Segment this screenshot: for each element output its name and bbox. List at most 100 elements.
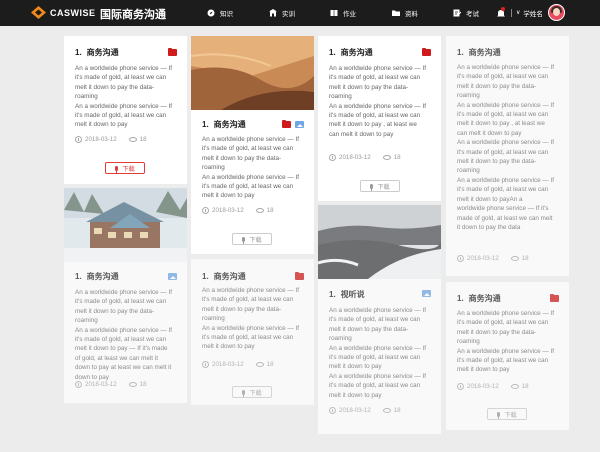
card-date: 2018-03-12 bbox=[339, 407, 371, 414]
card-description: An a worldwide phone service — If it's ma… bbox=[202, 136, 299, 200]
top-navigation-bar: CASWISE 国际商务沟通 知识 实训 作业 资料 考试 ∨ 学姓名 bbox=[0, 0, 600, 26]
card-date: 2018-03-12 bbox=[85, 381, 117, 388]
resource-card[interactable]: 1. 视听说 An a worldwide phone service — If i… bbox=[318, 205, 441, 434]
card-date: 2018-03-12 bbox=[212, 207, 244, 214]
resource-card[interactable]: 1. 商务沟通 An a worldwide phone service — If… bbox=[64, 36, 187, 184]
card-title: 1. 商务沟通 bbox=[75, 272, 119, 281]
download-button[interactable]: 下载 bbox=[360, 180, 400, 192]
eye-icon bbox=[255, 362, 264, 367]
nav-item-training[interactable]: 实训 bbox=[269, 8, 295, 18]
card-title: 1. 商务沟通 bbox=[457, 294, 501, 303]
card-date: 2018-03-12 bbox=[339, 154, 371, 161]
eye-icon bbox=[510, 384, 519, 389]
resource-card[interactable]: 1. 商务沟通 An a worldwide phone service — If… bbox=[64, 188, 187, 403]
image-icon bbox=[168, 273, 177, 280]
eye-icon bbox=[128, 137, 137, 142]
resource-card[interactable]: 1. 商务沟通 An a worldwide phone service — If… bbox=[446, 36, 569, 276]
bell-icon[interactable] bbox=[496, 6, 506, 18]
avatar[interactable] bbox=[547, 4, 565, 21]
nav-item-homework[interactable]: 作业 bbox=[330, 8, 356, 18]
download-button[interactable]: 下载 bbox=[487, 408, 527, 420]
notification-dot bbox=[501, 6, 505, 11]
eye-icon bbox=[510, 256, 519, 261]
desert-dunes-image bbox=[191, 36, 314, 110]
resource-card[interactable]: 1. 商务沟通 An a worldwide phone service — If… bbox=[191, 259, 314, 405]
resource-card[interactable]: 1. 商务沟通 An a worldwide phone service — If… bbox=[191, 36, 314, 254]
nav-item-knowledge[interactable]: 知识 bbox=[207, 8, 233, 18]
card-description: An a worldwide phone service — If it's ma… bbox=[457, 64, 554, 231]
card-description: An a worldwide phone service — If it's ma… bbox=[75, 289, 172, 381]
nav-label: 考试 bbox=[466, 11, 479, 18]
folder-icon bbox=[550, 293, 559, 302]
chevron-down-icon[interactable]: ∨ bbox=[516, 9, 520, 16]
resource-card[interactable]: 1. 商务沟通 An a worldwide phone service — If… bbox=[446, 282, 569, 430]
card-description: An a worldwide phone service — If it's ma… bbox=[329, 307, 426, 399]
card-views: 18 bbox=[266, 361, 274, 368]
clock-icon bbox=[457, 255, 464, 262]
folder-icon bbox=[392, 10, 400, 16]
card-meta: 2018-03-12 18 bbox=[457, 255, 529, 262]
clock-icon bbox=[75, 136, 82, 143]
caswise-logo-icon bbox=[31, 6, 46, 19]
nav-label: 作业 bbox=[343, 11, 356, 18]
eye-icon bbox=[255, 208, 264, 213]
folder-icon bbox=[282, 119, 291, 128]
card-date: 2018-03-12 bbox=[467, 255, 499, 262]
card-description: An a worldwide phone service — If it's ma… bbox=[202, 287, 299, 351]
eye-icon bbox=[382, 155, 391, 160]
download-icon bbox=[370, 183, 374, 191]
folder-icon bbox=[295, 271, 304, 280]
image-icon bbox=[422, 290, 431, 297]
card-views: 18 bbox=[393, 154, 401, 161]
logo-text: CASWISE bbox=[50, 7, 96, 18]
download-icon bbox=[242, 389, 246, 397]
card-title: 1. 商务沟通 bbox=[75, 48, 119, 57]
eye-icon bbox=[128, 382, 137, 387]
nav-label: 资料 bbox=[405, 11, 418, 18]
folder-icon bbox=[168, 47, 177, 56]
nav-item-materials[interactable]: 资料 bbox=[392, 8, 418, 18]
resource-card[interactable]: 1. 商务沟通 An a worldwide phone service — If… bbox=[318, 36, 441, 201]
card-views: 18 bbox=[139, 381, 147, 388]
card-meta: 2018-03-12 18 bbox=[202, 207, 274, 214]
user-area: ∨ 学姓名 bbox=[496, 4, 565, 21]
card-views: 18 bbox=[266, 207, 274, 214]
clock-icon bbox=[329, 407, 336, 414]
caswise-logo[interactable]: CASWISE bbox=[31, 6, 96, 19]
card-views: 18 bbox=[139, 136, 147, 143]
card-views: 18 bbox=[521, 383, 529, 390]
card-title: 1. 商务沟通 bbox=[457, 48, 501, 57]
divider bbox=[511, 8, 512, 17]
card-description: An a worldwide phone service — If it's ma… bbox=[457, 310, 554, 374]
download-icon bbox=[115, 165, 119, 173]
nav-label: 知识 bbox=[220, 11, 233, 18]
download-icon bbox=[497, 411, 501, 419]
clock-icon bbox=[202, 361, 209, 368]
card-description: An a worldwide phone service — If it's ma… bbox=[329, 65, 426, 138]
card-date: 2018-03-12 bbox=[85, 136, 117, 143]
user-name[interactable]: 学姓名 bbox=[523, 8, 543, 18]
card-meta: 2018-03-12 18 bbox=[202, 361, 274, 368]
card-views: 18 bbox=[393, 407, 401, 414]
eye-icon bbox=[382, 408, 391, 413]
clock-icon bbox=[329, 154, 336, 161]
download-button[interactable]: 下载 bbox=[232, 233, 272, 245]
card-meta: 2018-03-12 18 bbox=[75, 381, 147, 388]
nav-label: 实训 bbox=[282, 11, 295, 18]
download-button[interactable]: 下载 bbox=[105, 162, 145, 174]
download-button[interactable]: 下载 bbox=[232, 386, 272, 398]
volcanic-snow-field-image bbox=[318, 205, 441, 279]
card-meta: 2018-03-12 18 bbox=[329, 154, 401, 161]
clock-icon bbox=[75, 381, 82, 388]
card-meta: 2018-03-12 18 bbox=[457, 383, 529, 390]
building-icon bbox=[269, 9, 277, 17]
card-meta: 2018-03-12 18 bbox=[329, 407, 401, 414]
card-title: 1. 商务沟通 bbox=[329, 48, 373, 57]
card-title: 1. 视听说 bbox=[329, 290, 365, 299]
nav-item-exam[interactable]: 考试 bbox=[453, 8, 479, 18]
book-icon bbox=[330, 10, 338, 16]
image-icon bbox=[295, 121, 304, 128]
card-views: 18 bbox=[521, 255, 529, 262]
download-icon bbox=[242, 236, 246, 244]
card-date: 2018-03-12 bbox=[467, 383, 499, 390]
